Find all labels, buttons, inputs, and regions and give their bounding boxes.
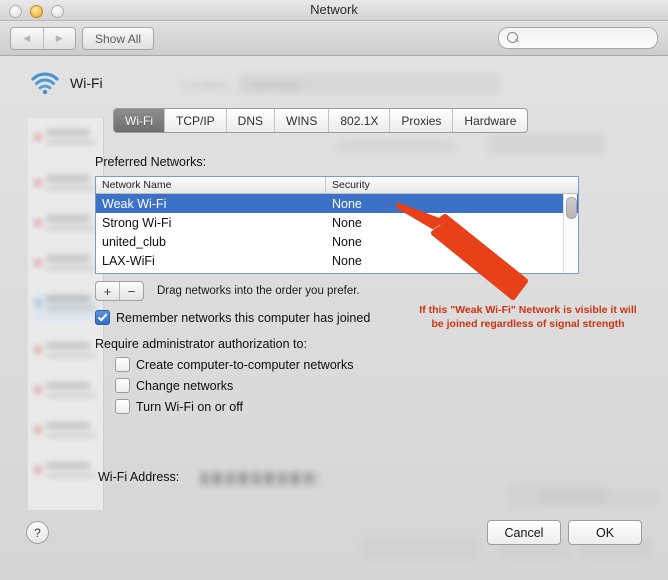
background-location-label: Location: xyxy=(182,78,231,92)
tab-dns[interactable]: DNS xyxy=(226,109,274,132)
background-service-item xyxy=(34,461,98,487)
turn-wifi-on-off-checkbox[interactable] xyxy=(115,399,130,414)
table-scrollbar[interactable] xyxy=(563,194,577,273)
annotation-line-2: be joined regardless of signal strength xyxy=(397,317,659,331)
drag-hint-text: Drag networks into the order you prefer. xyxy=(157,285,360,297)
preferred-networks-table[interactable]: Network Name Security Weak Wi-Fi None St… xyxy=(95,176,579,274)
tab-wins[interactable]: WINS xyxy=(274,109,328,132)
network-list-controls: + − Drag networks into the order you pre… xyxy=(95,281,585,301)
cancel-button[interactable]: Cancel xyxy=(487,520,561,545)
help-button[interactable]: ? xyxy=(26,521,49,544)
change-networks-checkbox[interactable] xyxy=(115,378,130,393)
background-assist-me-button xyxy=(360,538,480,560)
back-button[interactable]: ◀ xyxy=(11,28,43,49)
show-all-button[interactable]: Show All xyxy=(82,27,154,50)
wifi-address-redacted-value xyxy=(200,472,318,485)
admin-option-row[interactable]: Change networks xyxy=(115,378,585,393)
background-service-item xyxy=(34,174,98,200)
forward-button[interactable]: ▶ xyxy=(43,28,76,49)
cell-network-name: united_club xyxy=(96,235,326,249)
add-remove-group: + − xyxy=(95,281,144,301)
ok-button[interactable]: OK xyxy=(568,520,642,545)
table-header-row: Network Name Security xyxy=(96,177,578,194)
navigation-segmented-control[interactable]: ◀ ▶ xyxy=(10,27,76,50)
tab-proxies[interactable]: Proxies xyxy=(389,109,452,132)
cell-network-name: Weak Wi-Fi xyxy=(96,197,326,211)
tab-tcpip[interactable]: TCP/IP xyxy=(164,109,226,132)
background-turn-wifi-button xyxy=(487,133,605,155)
background-service-item xyxy=(34,214,98,240)
table-row[interactable]: LAX-WiFi None xyxy=(96,251,578,270)
search-input[interactable] xyxy=(522,30,651,47)
background-service-item xyxy=(34,128,98,154)
create-computer-networks-checkbox[interactable] xyxy=(115,357,130,372)
background-status-text xyxy=(336,140,456,152)
column-header-security[interactable]: Security xyxy=(326,177,578,193)
title-bar: Network xyxy=(0,0,668,21)
tab-bar: Wi-Fi TCP/IP DNS WINS 802.1X Proxies Har… xyxy=(113,108,528,133)
background-advanced-button xyxy=(508,484,608,506)
service-header: Wi-Fi xyxy=(30,70,103,96)
create-computer-networks-label: Create computer-to-computer networks xyxy=(136,358,353,372)
window-title: Network xyxy=(0,2,668,17)
admin-option-row[interactable]: Turn Wi-Fi on or off xyxy=(115,399,585,414)
table-row[interactable]: united_club None xyxy=(96,232,578,251)
toolbar: ◀ ▶ Show All xyxy=(0,21,668,56)
service-name: Wi-Fi xyxy=(70,75,103,91)
network-preferences-window: Location: Automatic Network ◀ ▶ Show All xyxy=(0,0,668,580)
tab-8021x[interactable]: 802.1X xyxy=(328,109,389,132)
remember-networks-checkbox[interactable] xyxy=(95,310,110,325)
tab-hardware[interactable]: Hardware xyxy=(452,109,527,132)
table-row[interactable]: Weak Wi-Fi None xyxy=(96,194,578,213)
admin-option-row[interactable]: Create computer-to-computer networks xyxy=(115,357,585,372)
background-service-item xyxy=(34,254,98,280)
wifi-tab-panel: Preferred Networks: Network Name Securit… xyxy=(95,155,585,414)
background-service-item-selected xyxy=(34,294,98,320)
wifi-icon xyxy=(30,70,60,96)
remove-network-button[interactable]: − xyxy=(119,282,143,300)
cell-security: None xyxy=(326,216,578,230)
annotation-line-1: If this "Weak Wi-Fi" Network is visible … xyxy=(397,303,659,317)
search-icon xyxy=(507,32,518,43)
add-network-button[interactable]: + xyxy=(96,282,119,300)
wifi-address-label: Wi-Fi Address: xyxy=(98,470,179,484)
background-service-item xyxy=(34,341,98,367)
preferred-networks-label: Preferred Networks: xyxy=(95,155,585,169)
cell-security: None xyxy=(326,254,578,268)
table-row[interactable]: Strong Wi-Fi None xyxy=(96,213,578,232)
cell-security: None xyxy=(326,235,578,249)
turn-wifi-on-off-label: Turn Wi-Fi on or off xyxy=(136,400,243,414)
require-admin-label: Require administrator authorization to: xyxy=(95,337,585,351)
cell-network-name: LAX-WiFi xyxy=(96,254,326,268)
search-field[interactable] xyxy=(498,27,658,49)
background-service-item xyxy=(34,421,98,447)
scrollbar-thumb[interactable] xyxy=(566,197,577,219)
change-networks-label: Change networks xyxy=(136,379,233,393)
background-location-value: Automatic xyxy=(248,78,301,92)
cell-network-name: Strong Wi-Fi xyxy=(96,216,326,230)
remember-networks-label: Remember networks this computer has join… xyxy=(116,311,370,325)
annotation-text: If this "Weak Wi-Fi" Network is visible … xyxy=(397,303,659,331)
tab-wifi[interactable]: Wi-Fi xyxy=(114,109,164,132)
cell-security: None xyxy=(326,197,578,211)
background-service-item xyxy=(34,381,98,407)
column-header-network-name[interactable]: Network Name xyxy=(96,177,326,193)
table-body: Weak Wi-Fi None Strong Wi-Fi None united… xyxy=(96,194,578,273)
